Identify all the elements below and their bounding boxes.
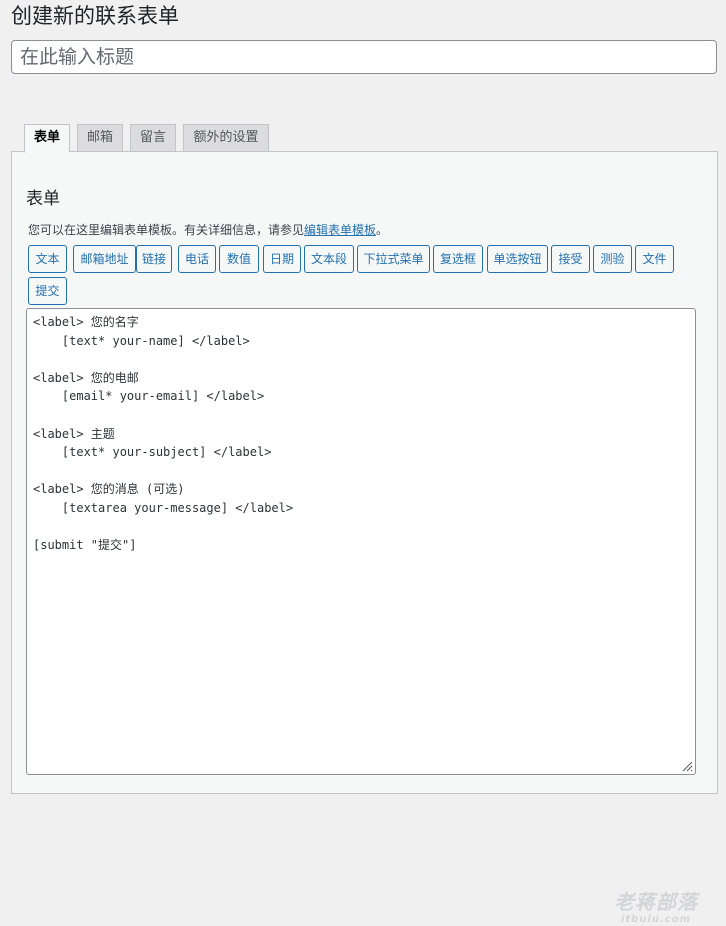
tag-button-submit[interactable]: 提交 bbox=[28, 277, 67, 305]
watermark: 老蒋部落 itbulu.com bbox=[601, 890, 711, 926]
tab-mail[interactable]: 邮箱 bbox=[77, 124, 123, 152]
watermark-title: 老蒋部落 bbox=[614, 890, 698, 914]
tag-button-number[interactable]: 数值 bbox=[219, 245, 259, 273]
tag-button-select[interactable]: 下拉式菜单 bbox=[357, 245, 430, 273]
form-panel-description: 您可以在这里编辑表单模板。有关详细信息，请参见编辑表单模板。 bbox=[28, 221, 388, 238]
tag-button-checkbox[interactable]: 复选框 bbox=[433, 245, 483, 273]
tab-form[interactable]: 表单 bbox=[24, 124, 70, 153]
form-template-code[interactable]: <label> 您的名字 [text* your-name] </label> … bbox=[33, 313, 293, 555]
tag-button-acceptance[interactable]: 接受 bbox=[551, 245, 590, 273]
tag-button-date[interactable]: 日期 bbox=[263, 245, 301, 273]
title-input[interactable] bbox=[11, 40, 717, 74]
tag-button-quiz[interactable]: 测验 bbox=[593, 245, 632, 273]
tag-button-url[interactable]: 链接 bbox=[136, 245, 172, 273]
tag-button-radio[interactable]: 单选按钮 bbox=[487, 245, 548, 273]
tag-button-file[interactable]: 文件 bbox=[635, 245, 674, 273]
description-suffix: 。 bbox=[376, 223, 389, 237]
tab-messages[interactable]: 留言 bbox=[130, 124, 176, 152]
tag-button-email[interactable]: 邮箱地址 bbox=[73, 245, 136, 273]
resize-handle-icon[interactable] bbox=[681, 760, 693, 772]
description-text: 您可以在这里编辑表单模板。有关详细信息，请参见 bbox=[28, 223, 305, 237]
form-panel-heading: 表单 bbox=[26, 189, 60, 209]
watermark-url: itbulu.com bbox=[620, 914, 692, 925]
tab-additional-settings[interactable]: 额外的设置 bbox=[183, 124, 269, 152]
page-title: 创建新的联系表单 bbox=[11, 4, 179, 28]
tag-button-tel[interactable]: 电话 bbox=[178, 245, 216, 273]
edit-template-link[interactable]: 编辑表单模板 bbox=[304, 223, 376, 237]
form-template-editor[interactable]: <label> 您的名字 [text* your-name] </label> … bbox=[26, 308, 697, 925]
form-panel: 表单 您可以在这里编辑表单模板。有关详细信息，请参见编辑表单模板。 文本 邮箱地… bbox=[11, 151, 718, 925]
tag-button-text[interactable]: 文本 bbox=[28, 245, 67, 273]
tag-button-textarea[interactable]: 文本段 bbox=[304, 245, 354, 273]
